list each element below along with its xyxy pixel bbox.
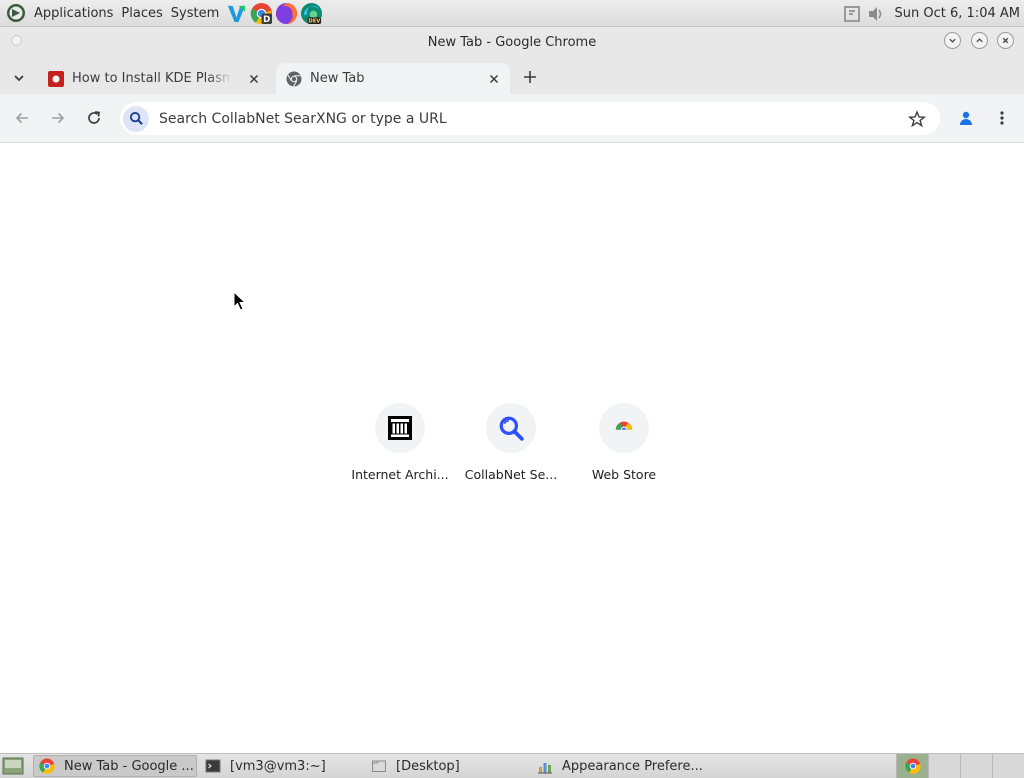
distro-logo-icon[interactable] bbox=[6, 3, 26, 23]
site-favicon-icon bbox=[48, 70, 64, 87]
searxng-icon bbox=[499, 416, 524, 441]
arrow-left-icon bbox=[15, 112, 28, 124]
chrome-icon bbox=[38, 757, 56, 775]
chrome-menu-button[interactable] bbox=[990, 106, 1014, 130]
reload-button[interactable] bbox=[82, 106, 106, 130]
task-appearance-preferences[interactable]: Appearance Prefere... bbox=[532, 755, 712, 777]
chevron-down-icon bbox=[14, 75, 24, 82]
task-terminal[interactable]: [vm3@vm3:~] bbox=[200, 755, 364, 777]
svg-text:D: D bbox=[263, 15, 270, 25]
maximize-button[interactable] bbox=[971, 32, 988, 49]
appearance-icon bbox=[536, 757, 554, 775]
system-menu[interactable]: System bbox=[167, 0, 223, 27]
forward-button[interactable] bbox=[46, 106, 70, 130]
svg-text:DEV: DEV bbox=[308, 18, 321, 24]
tile-icon-bg bbox=[486, 403, 536, 453]
internet-archive-icon bbox=[388, 416, 412, 440]
close-icon bbox=[489, 74, 499, 84]
edge-dev-icon[interactable]: DEV bbox=[299, 1, 323, 25]
chevron-down-icon bbox=[949, 38, 956, 43]
new-tab-button[interactable] bbox=[518, 65, 542, 89]
tab-close-button[interactable] bbox=[486, 71, 502, 87]
task-label: [Desktop] bbox=[396, 758, 460, 774]
volume-icon[interactable] bbox=[866, 4, 886, 24]
plus-icon bbox=[524, 71, 536, 83]
tile-icon-bg bbox=[375, 403, 425, 453]
chrome-favicon-icon bbox=[286, 71, 302, 87]
window-titlebar[interactable]: New Tab - Google Chrome bbox=[0, 27, 1024, 59]
browser-toolbar: Search CollabNet SearXNG or type a URL bbox=[0, 94, 1024, 143]
vscode-icon[interactable] bbox=[224, 1, 248, 25]
bottom-taskbar: New Tab - Google ... [vm3@vm3:~] [Deskto… bbox=[0, 753, 1024, 778]
places-menu[interactable]: Places bbox=[117, 0, 166, 27]
search-icon bbox=[129, 111, 143, 125]
workspace-1[interactable] bbox=[896, 754, 928, 778]
window-title: New Tab - Google Chrome bbox=[427, 35, 597, 50]
chrome-icon bbox=[905, 758, 921, 774]
omnibox-placeholder: Search CollabNet SearXNG or type a URL bbox=[159, 110, 447, 127]
workspace-4[interactable] bbox=[992, 754, 1024, 778]
minimize-button[interactable] bbox=[944, 32, 961, 49]
back-button[interactable] bbox=[10, 106, 34, 130]
tab-new-tab[interactable]: New Tab bbox=[276, 63, 510, 94]
shortcut-label: Internet Archi... bbox=[351, 467, 449, 482]
shortcut-collabnet-searxng[interactable]: CollabNet Se... bbox=[459, 403, 563, 495]
bookmark-star-icon[interactable] bbox=[908, 110, 926, 128]
show-desktop-icon[interactable] bbox=[2, 757, 24, 775]
tab-search-button[interactable] bbox=[6, 65, 32, 91]
mouse-cursor-icon bbox=[233, 291, 247, 311]
folder-icon bbox=[370, 757, 388, 775]
workspace-3[interactable] bbox=[960, 754, 992, 778]
panel-clock[interactable]: Sun Oct 6, 1:04 AM bbox=[889, 6, 1024, 21]
top-panel: Applications Places System D DEV Sun Oct… bbox=[0, 0, 1024, 27]
new-tab-page: Internet Archi... CollabNet Se... Web St… bbox=[0, 143, 1024, 753]
arrow-right-icon bbox=[52, 112, 65, 124]
tab-kde-plasma[interactable]: How to Install KDE Plasma in bbox=[38, 63, 270, 94]
close-icon bbox=[249, 74, 259, 84]
task-chrome[interactable]: New Tab - Google ... bbox=[33, 755, 197, 777]
shortcut-label: Web Store bbox=[591, 467, 657, 482]
tab-strip: How to Install KDE Plasma in New Tab bbox=[0, 59, 1024, 94]
chrome-dev-icon[interactable]: D bbox=[249, 1, 273, 25]
kebab-menu-icon bbox=[1000, 111, 1004, 125]
workspace-2[interactable] bbox=[928, 754, 960, 778]
terminal-icon bbox=[204, 757, 222, 775]
task-label: [vm3@vm3:~] bbox=[230, 758, 326, 774]
close-icon bbox=[1002, 37, 1009, 44]
close-window-button[interactable] bbox=[997, 32, 1014, 49]
tab-title: How to Install KDE Plasma in bbox=[72, 71, 232, 86]
profile-button[interactable] bbox=[954, 106, 978, 130]
shortcut-label: CollabNet Se... bbox=[464, 467, 558, 482]
tile-icon-bg bbox=[599, 403, 649, 453]
firefox-icon[interactable] bbox=[274, 1, 298, 25]
applications-menu[interactable]: Applications bbox=[30, 0, 117, 27]
task-label: New Tab - Google ... bbox=[64, 758, 194, 774]
task-label: Appearance Prefere... bbox=[562, 758, 703, 774]
task-desktop[interactable]: [Desktop] bbox=[366, 755, 530, 777]
reload-icon bbox=[88, 111, 100, 124]
tab-title: New Tab bbox=[310, 71, 365, 86]
tab-close-button[interactable] bbox=[246, 71, 262, 87]
omnibox[interactable]: Search CollabNet SearXNG or type a URL bbox=[120, 102, 940, 135]
shortcut-web-store[interactable]: Web Store bbox=[572, 403, 676, 495]
chrome-web-store-icon bbox=[615, 421, 633, 435]
network-icon[interactable] bbox=[843, 4, 863, 24]
shortcut-internet-archive[interactable]: Internet Archi... bbox=[348, 403, 452, 495]
search-engine-icon[interactable] bbox=[123, 105, 149, 132]
chevron-up-icon bbox=[976, 38, 983, 43]
account-icon bbox=[960, 111, 972, 125]
